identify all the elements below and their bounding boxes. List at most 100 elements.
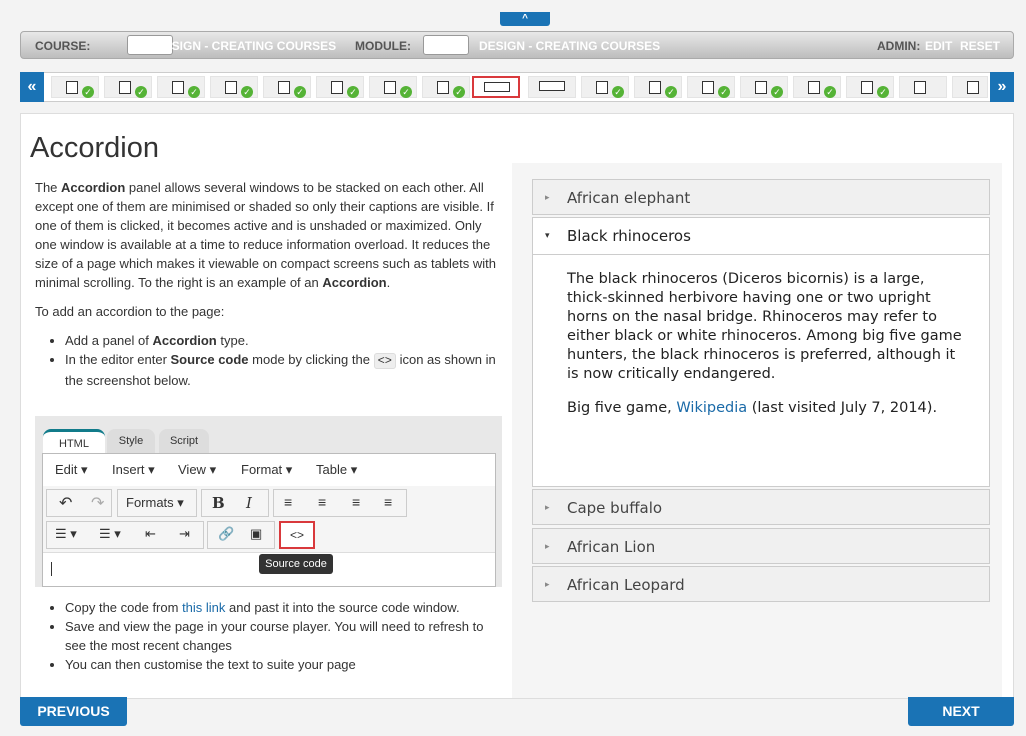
check-icon: ✓	[241, 86, 253, 98]
caret-right-icon: ▸	[545, 502, 550, 512]
italic-icon: I	[246, 494, 252, 512]
accordion-item-title: African elephant	[567, 189, 691, 207]
align-left-icon: ≡	[284, 494, 293, 510]
page-thumb[interactable]	[899, 76, 947, 98]
link-icon: 🔗	[218, 526, 235, 541]
page-thumb[interactable]: ✓	[104, 76, 152, 98]
page-thumb[interactable]: ✓	[263, 76, 311, 98]
align-center-icon: ≡	[318, 494, 327, 510]
course-title[interactable]: DESIGN - CREATING COURSES	[155, 39, 336, 53]
undo-icon: ↶	[59, 495, 73, 512]
page-icon	[225, 81, 237, 94]
accordion-item-african-leopard[interactable]: ▸ African Leopard	[532, 566, 990, 602]
accordion-icon	[484, 82, 510, 92]
accordion-item-cape-buffalo[interactable]: ▸ Cape buffalo	[532, 489, 990, 525]
strip-prev-button[interactable]: «	[20, 72, 44, 102]
check-icon: ✓	[135, 86, 147, 98]
collapse-header-button[interactable]: ^	[500, 12, 550, 26]
instructions-continued: Copy the code from this link and past it…	[35, 598, 505, 674]
admin-label: ADMIN:	[877, 39, 921, 53]
menu-view: View ▾	[178, 462, 217, 477]
numbered-list-icon: ☰ ▾	[99, 526, 121, 541]
accordion-item-title: African Leopard	[567, 576, 685, 594]
people-icon	[755, 81, 767, 94]
code-link[interactable]: this link	[182, 600, 225, 615]
caret-right-icon: ▸	[545, 579, 550, 589]
tab-html: HTML	[43, 429, 105, 456]
page-thumb[interactable]	[528, 76, 576, 98]
steps-intro: To add an accordion to the page:	[35, 304, 225, 319]
page-thumb[interactable]: ✓	[157, 76, 205, 98]
check-icon: ✓	[294, 86, 306, 98]
list-item: Save and view the page in your course pl…	[65, 617, 505, 655]
module-title[interactable]: DESIGN - CREATING COURSES	[479, 39, 660, 53]
page-thumb[interactable]: ✓	[740, 76, 788, 98]
redo-icon: ↷	[91, 495, 105, 512]
accordion-item-header[interactable]: ▾ Black rhinoceros	[533, 218, 989, 255]
next-button[interactable]: NEXT	[908, 697, 1014, 726]
accordion-item-black-rhinoceros: ▾ Black rhinoceros The black rhinoceros …	[532, 217, 990, 487]
page-thumb[interactable]: ✓	[422, 76, 470, 98]
course-header-bar: COURSE: DESIGN - CREATING COURSES MODULE…	[20, 31, 1014, 59]
page-icon	[278, 81, 290, 94]
edit-link[interactable]: EDIT	[925, 39, 952, 53]
accordion-item-african-lion[interactable]: ▸ African Lion	[532, 528, 990, 564]
undo-redo-group: ↶ ↷	[46, 489, 112, 517]
module-thumbnail[interactable]	[423, 35, 469, 55]
course-label: COURSE:	[35, 39, 91, 53]
caret-right-icon: ▸	[545, 541, 550, 551]
page-thumb[interactable]	[952, 76, 988, 98]
page-thumb[interactable]: ✓	[51, 76, 99, 98]
list-item: Add a panel of Accordion type.	[65, 331, 505, 350]
check-icon: ✓	[824, 86, 836, 98]
accordion-item-title: African Lion	[567, 538, 656, 556]
page-thumb[interactable]: ✓	[634, 76, 682, 98]
bold-italic-group: B I	[201, 489, 269, 517]
caret-down-icon: ▾	[545, 230, 550, 240]
check-icon: ✓	[612, 86, 624, 98]
page-thumb-current[interactable]	[472, 76, 520, 98]
check-icon: ✓	[82, 86, 94, 98]
accordion-icon	[539, 81, 565, 91]
page-thumb[interactable]: ✓	[581, 76, 629, 98]
page-title: Accordion	[30, 132, 159, 164]
steps-list: Add a panel of Accordion type. In the ed…	[35, 331, 505, 390]
video-icon	[702, 81, 714, 94]
previous-button[interactable]: PREVIOUS	[20, 697, 127, 726]
editor-toolbar: ↶ ↷ Formats ▾ B I ≡ ≡ ≡ ≡ ☰ ▾ ☰ ▾ ⇤ ⇥ 🔗	[43, 486, 495, 553]
align-right-icon: ≡	[352, 494, 361, 510]
wikipedia-link[interactable]: Wikipedia	[676, 400, 747, 416]
tab-script: Script	[159, 429, 209, 453]
link-media-group: 🔗 ▣	[207, 521, 275, 549]
tabs-icon	[596, 81, 608, 94]
outdent-icon: ⇤	[145, 526, 156, 541]
strip-next-button[interactable]: »	[990, 72, 1014, 102]
page-icon	[66, 81, 78, 94]
page-thumb[interactable]: ✓	[687, 76, 735, 98]
page-thumb[interactable]: ✓	[369, 76, 417, 98]
check-icon: ✓	[771, 86, 783, 98]
page-thumb[interactable]: ✓	[316, 76, 364, 98]
bullet-list-icon: ☰ ▾	[55, 526, 77, 541]
accordion-item-title: Cape buffalo	[567, 499, 663, 517]
reset-link[interactable]: RESET	[960, 39, 1000, 53]
tabs-icon	[649, 81, 661, 94]
page-thumb[interactable]: ✓	[793, 76, 841, 98]
slides-icon	[384, 81, 396, 94]
module-label: MODULE:	[355, 39, 411, 53]
check-icon: ✓	[718, 86, 730, 98]
page-thumb[interactable]: ✓	[846, 76, 894, 98]
alignment-group: ≡ ≡ ≡ ≡	[273, 489, 407, 517]
accordion-item-african-elephant[interactable]: ▸ African elephant	[532, 179, 990, 215]
instructions: The Accordion panel allows several windo…	[35, 178, 505, 390]
menu-format: Format ▾	[241, 462, 293, 477]
page-icon	[172, 81, 184, 94]
page-thumb[interactable]: ✓	[210, 76, 258, 98]
align-justify-icon: ≡	[384, 494, 393, 510]
formats-dropdown: Formats ▾	[117, 489, 197, 517]
menu-insert: Insert ▾	[112, 462, 155, 477]
menu-edit: Edit ▾	[55, 462, 88, 477]
check-icon: ✓	[188, 86, 200, 98]
check-icon: ✓	[453, 86, 465, 98]
page-thumbnail-strip: « ✓ ✓ ✓ ✓ ✓ ✓ ✓ ✓ ✓ ✓ ✓ ✓ ✓ ✓ »	[20, 72, 1014, 102]
